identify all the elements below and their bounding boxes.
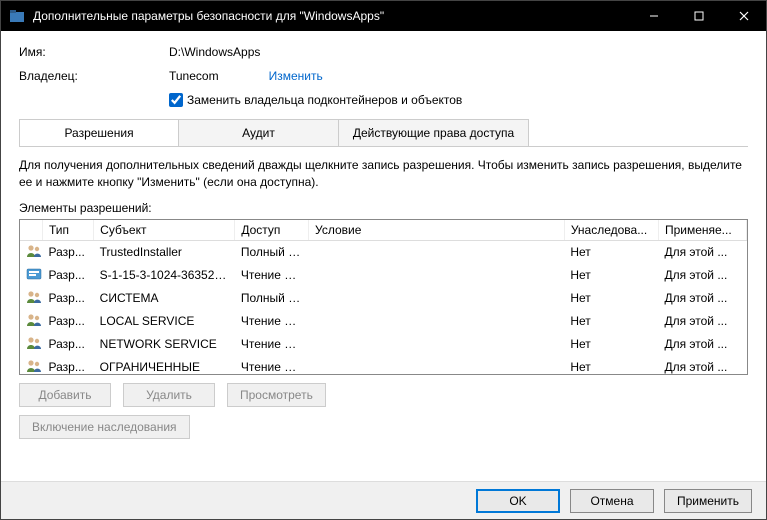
users-icon bbox=[26, 289, 42, 305]
cell-access: Чтение и ... bbox=[235, 333, 309, 356]
view-button[interactable]: Просмотреть bbox=[227, 383, 326, 407]
cell-inherited: Нет bbox=[564, 264, 658, 287]
tab-permissions[interactable]: Разрешения bbox=[19, 119, 179, 146]
dialog-footer: OK Отмена Применить bbox=[1, 481, 766, 519]
apply-button[interactable]: Применить bbox=[664, 489, 752, 513]
cell-condition bbox=[309, 264, 565, 287]
cell-subject: LOCAL SERVICE bbox=[94, 310, 235, 333]
users-icon bbox=[26, 243, 42, 259]
window-title: Дополнительные параметры безопасности дл… bbox=[33, 9, 631, 23]
cell-applies: Для этой ... bbox=[658, 356, 746, 375]
cell-access: Чтение и ... bbox=[235, 264, 309, 287]
cell-inherited: Нет bbox=[564, 310, 658, 333]
cell-subject: NETWORK SERVICE bbox=[94, 333, 235, 356]
permissions-listbox[interactable]: Тип Субъект Доступ Условие Унаследова...… bbox=[19, 219, 748, 375]
cell-inherited: Нет bbox=[564, 356, 658, 375]
permission-buttons: Добавить Удалить Просмотреть bbox=[19, 383, 748, 407]
cancel-button[interactable]: Отмена bbox=[570, 489, 654, 513]
table-row[interactable]: Разр...СИСТЕМАПолный д... НетДля этой ... bbox=[20, 287, 747, 310]
minimize-button[interactable] bbox=[631, 1, 676, 31]
table-row[interactable]: Разр...LOCAL SERVICEЧтение и ... НетДля э… bbox=[20, 310, 747, 333]
window-controls bbox=[631, 1, 766, 31]
permissions-description: Для получения дополнительных сведений дв… bbox=[19, 157, 748, 191]
cell-applies: Для этой ... bbox=[658, 310, 746, 333]
tab-audit[interactable]: Аудит bbox=[179, 119, 339, 146]
cell-type: Разр... bbox=[43, 240, 94, 264]
folder-security-icon bbox=[9, 8, 25, 24]
table-row[interactable]: Разр...TrustedInstallerПолный д... НетДля… bbox=[20, 240, 747, 264]
col-type-header[interactable]: Тип bbox=[43, 220, 94, 241]
col-subject-header[interactable]: Субъект bbox=[94, 220, 235, 241]
table-row[interactable]: Разр...ОГРАНИЧЕННЫЕЧтение и ... НетДля эт… bbox=[20, 356, 747, 375]
cell-applies: Для этой ... bbox=[658, 333, 746, 356]
cell-applies: Для этой ... bbox=[658, 240, 746, 264]
cell-access: Чтение и ... bbox=[235, 356, 309, 375]
cell-condition bbox=[309, 287, 565, 310]
table-header-row: Тип Субъект Доступ Условие Унаследова...… bbox=[20, 220, 747, 241]
name-row: Имя: D:\WindowsApps bbox=[19, 45, 748, 59]
replace-owner-checkbox[interactable] bbox=[169, 93, 183, 107]
titlebar: Дополнительные параметры безопасности дл… bbox=[1, 1, 766, 31]
name-label: Имя: bbox=[19, 45, 169, 59]
cell-access: Полный д... bbox=[235, 287, 309, 310]
permissions-table: Тип Субъект Доступ Условие Унаследова...… bbox=[20, 220, 747, 375]
cell-type: Разр... bbox=[43, 287, 94, 310]
cell-inherited: Нет bbox=[564, 240, 658, 264]
users-icon bbox=[26, 312, 42, 328]
cell-subject: СИСТЕМА bbox=[94, 287, 235, 310]
change-owner-link[interactable]: Изменить bbox=[269, 69, 323, 83]
name-value: D:\WindowsApps bbox=[169, 45, 260, 59]
maximize-button[interactable] bbox=[676, 1, 721, 31]
ok-button[interactable]: OK bbox=[476, 489, 560, 513]
cell-access: Полный д... bbox=[235, 240, 309, 264]
enable-inheritance-button[interactable]: Включение наследования bbox=[19, 415, 190, 439]
cell-condition bbox=[309, 240, 565, 264]
owner-value: Tunecom bbox=[169, 69, 219, 83]
permissions-list-label: Элементы разрешений: bbox=[19, 201, 748, 215]
col-access-header[interactable]: Доступ bbox=[235, 220, 309, 241]
tab-effective[interactable]: Действующие права доступа bbox=[339, 119, 529, 146]
remove-button[interactable]: Удалить bbox=[123, 383, 215, 407]
cell-inherited: Нет bbox=[564, 333, 658, 356]
cell-inherited: Нет bbox=[564, 287, 658, 310]
cell-subject: TrustedInstaller bbox=[94, 240, 235, 264]
add-button[interactable]: Добавить bbox=[19, 383, 111, 407]
table-row[interactable]: Разр...NETWORK SERVICEЧтение и ... НетДля… bbox=[20, 333, 747, 356]
cell-access: Чтение и ... bbox=[235, 310, 309, 333]
replace-owner-label[interactable]: Заменить владельца подконтейнеров и объе… bbox=[187, 93, 462, 107]
cell-condition bbox=[309, 333, 565, 356]
content-area: Имя: D:\WindowsApps Владелец: Tunecom Из… bbox=[1, 31, 766, 481]
cell-type: Разр... bbox=[43, 310, 94, 333]
cell-condition bbox=[309, 310, 565, 333]
users-icon bbox=[26, 335, 42, 351]
advanced-security-window: Дополнительные параметры безопасности дл… bbox=[0, 0, 767, 520]
tab-strip: Разрешения Аудит Действующие права досту… bbox=[19, 119, 748, 147]
col-condition-header[interactable]: Условие bbox=[309, 220, 565, 241]
close-button[interactable] bbox=[721, 1, 766, 31]
cell-subject: S-1-15-3-1024-363528... bbox=[94, 264, 235, 287]
owner-row: Владелец: Tunecom Изменить bbox=[19, 69, 748, 83]
cell-type: Разр... bbox=[43, 264, 94, 287]
cell-applies: Для этой ... bbox=[658, 264, 746, 287]
cell-subject: ОГРАНИЧЕННЫЕ bbox=[94, 356, 235, 375]
cell-type: Разр... bbox=[43, 333, 94, 356]
inheritance-button-row: Включение наследования bbox=[19, 415, 748, 439]
col-inherited-header[interactable]: Унаследова... bbox=[564, 220, 658, 241]
users-icon bbox=[26, 358, 42, 374]
owner-label: Владелец: bbox=[19, 69, 169, 83]
sid-icon bbox=[26, 266, 42, 282]
cell-applies: Для этой ... bbox=[658, 287, 746, 310]
cell-condition bbox=[309, 356, 565, 375]
col-applies-header[interactable]: Применяе... bbox=[658, 220, 746, 241]
cell-type: Разр... bbox=[43, 356, 94, 375]
table-row[interactable]: Разр...S-1-15-3-1024-363528...Чтение и .… bbox=[20, 264, 747, 287]
replace-owner-checkbox-row: Заменить владельца подконтейнеров и объе… bbox=[169, 93, 748, 107]
col-icon-header[interactable] bbox=[20, 220, 43, 241]
